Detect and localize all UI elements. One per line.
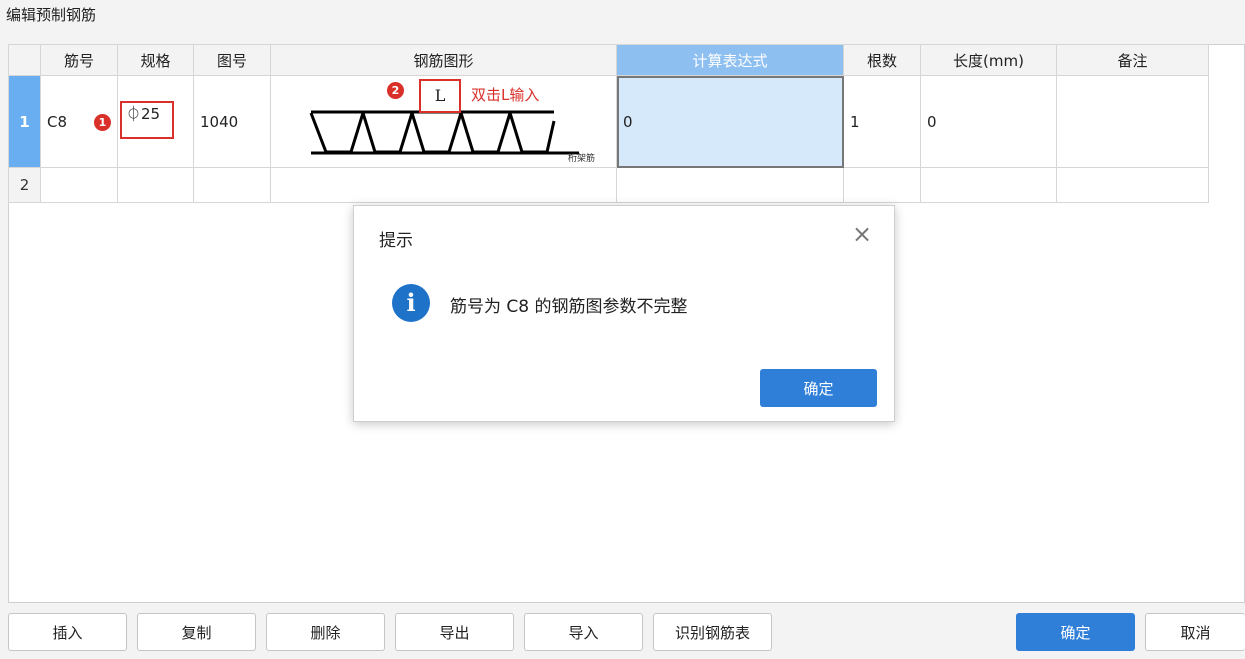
cell-figure-no[interactable] [193,167,271,203]
cell-expression[interactable]: 0 [616,75,844,168]
delete-button[interactable]: 删除 [266,613,385,651]
annotation-badge-2: 2 [387,82,404,99]
cell-figure-no[interactable]: 1040 [193,75,271,168]
row-number[interactable]: 1 [8,75,41,168]
length-param-box[interactable]: L [419,79,461,113]
export-button[interactable]: 导出 [395,613,514,651]
cell-bar-no[interactable] [40,167,118,203]
cancel-button[interactable]: 取消 [1145,613,1245,651]
cell-note[interactable] [1056,167,1209,203]
header-spec[interactable]: 规格 [117,44,194,76]
header-length[interactable]: 长度(mm) [920,44,1057,76]
dialog-title: 提示 [379,231,413,251]
annotation-badge-1: 1 [94,114,111,131]
cell-bar-no[interactable]: C8 1 [40,75,118,168]
header-shape[interactable]: 钢筋图形 [270,44,617,76]
header-expression[interactable]: 计算表达式 [616,44,844,76]
spec-text: ⏀25 [126,105,161,123]
insert-button[interactable]: 插入 [8,613,127,651]
cell-note[interactable] [1056,75,1209,168]
alert-dialog: 提示 × i 筋号为 C8 的钢筋图参数不完整 确定 [353,205,895,422]
confirm-button[interactable]: 确定 [1016,613,1135,651]
table-row[interactable]: 1 C8 1 ⏀25 1040 2 L 双击L输入 桁架筋 0 1 0 [8,75,1209,168]
corner-header [8,44,41,76]
header-note[interactable]: 备注 [1056,44,1209,76]
cell-length[interactable]: 0 [920,75,1057,168]
dialog-ok-button[interactable]: 确定 [760,369,877,407]
double-click-hint: 双击L输入 [471,86,540,104]
row-number[interactable]: 2 [8,167,41,203]
header-figure-no[interactable]: 图号 [193,44,271,76]
bar-no-text: C8 [47,112,68,131]
cell-shape[interactable] [270,167,617,203]
cell-count[interactable]: 1 [843,75,921,168]
cell-length[interactable] [920,167,1057,203]
cell-shape[interactable]: 2 L 双击L输入 桁架筋 [270,75,617,168]
cell-spec[interactable] [117,167,194,203]
header-count[interactable]: 根数 [843,44,921,76]
recognize-rebar-table-button[interactable]: 识别钢筋表 [653,613,772,651]
rebar-table: 筋号 规格 图号 钢筋图形 计算表达式 根数 长度(mm) 备注 1 C8 1 … [8,44,1209,203]
dialog-message: 筋号为 C8 的钢筋图参数不完整 [450,297,688,317]
header-bar-no[interactable]: 筋号 [40,44,118,76]
close-icon[interactable]: × [852,220,872,248]
shape-label: 桁架筋 [568,154,596,164]
import-button[interactable]: 导入 [524,613,643,651]
info-icon: i [392,284,430,322]
cell-expression[interactable] [616,167,844,203]
cell-spec[interactable]: ⏀25 [117,75,194,168]
copy-button[interactable]: 复制 [137,613,256,651]
table-row[interactable]: 2 [8,167,1209,203]
window-title: 编辑预制钢筋 [6,6,97,24]
cell-count[interactable] [843,167,921,203]
